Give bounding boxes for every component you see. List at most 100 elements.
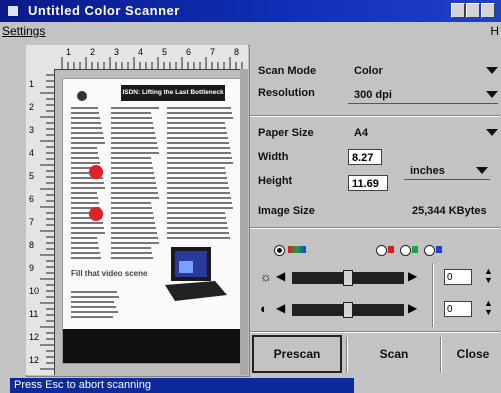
preview-text-line xyxy=(71,227,104,229)
red-dot-1 xyxy=(89,165,103,179)
brightness-slider[interactable] xyxy=(292,270,404,286)
image-size-label: Image Size xyxy=(258,205,315,217)
scanned-page-preview[interactable]: ISDN: Lifting the Last Bottleneck Fill t… xyxy=(62,78,242,364)
menu-settings[interactable]: Settings xyxy=(2,24,45,38)
preview-text-line xyxy=(111,172,154,174)
contrast-slider-thumb[interactable] xyxy=(343,302,353,318)
preview-text-line xyxy=(167,112,232,114)
brightness-left-arrow-icon[interactable]: ◀ xyxy=(276,269,285,283)
window-title: Untitled Color Scanner xyxy=(28,3,180,18)
preview-text-line xyxy=(71,107,98,109)
scanner-window: Untitled Color Scanner Settings H 123456… xyxy=(0,0,501,393)
top-ruler-number: 6 xyxy=(186,47,191,57)
paper-size-dropdown-icon[interactable] xyxy=(486,129,498,136)
preview-text-line xyxy=(71,296,119,298)
preview-caption: Fill that video scene xyxy=(71,269,148,278)
close-button[interactable]: Close xyxy=(446,335,500,373)
color-rgb-radio[interactable] xyxy=(274,245,285,256)
preview-text-line xyxy=(167,197,231,199)
preview-text-line xyxy=(71,232,105,234)
brightness-spin-arrows-icon[interactable]: ▲ ▼ xyxy=(484,267,493,285)
preview-scroll-divider[interactable] xyxy=(240,69,248,375)
height-field[interactable]: 11.69 xyxy=(348,175,388,191)
contrast-spin-arrows-icon[interactable]: ▲ ▼ xyxy=(484,299,493,317)
preview-text-line xyxy=(111,197,159,199)
preview-text-line xyxy=(111,112,151,114)
maximize-button[interactable] xyxy=(466,3,480,18)
resolution-dropdown-icon[interactable] xyxy=(486,91,498,98)
preview-text-line xyxy=(111,157,151,159)
preview-text-line xyxy=(111,162,152,164)
preview-text-line xyxy=(167,117,233,119)
preview-text-line xyxy=(71,182,104,184)
brightness-icon: ☼ xyxy=(260,269,272,284)
units-underline xyxy=(404,179,490,180)
preview-text-line xyxy=(167,127,226,129)
color-green-radio[interactable] xyxy=(400,245,411,256)
vertical-separator-2 xyxy=(432,295,434,327)
contrast-spin-field[interactable]: 0 xyxy=(444,301,472,317)
left-ruler-number: 6 xyxy=(29,194,34,204)
top-ruler-number: 1 xyxy=(66,47,71,57)
top-ruler-ticks: 1 2 3 4 5 6 7 8 xyxy=(61,47,243,69)
left-ruler-number: 9 xyxy=(29,263,34,273)
top-ruler-number: 4 xyxy=(138,47,143,57)
units-dropdown-icon[interactable] xyxy=(476,167,488,174)
scan-mode-value[interactable]: Color xyxy=(354,65,383,77)
title-bar[interactable]: Untitled Color Scanner xyxy=(0,0,501,22)
preview-text-line xyxy=(71,137,104,139)
preview-text-line xyxy=(71,197,98,199)
preview-text-line xyxy=(167,182,228,184)
width-field[interactable]: 8.27 xyxy=(348,149,382,165)
brightness-slider-thumb[interactable] xyxy=(343,270,353,286)
preview-text-line xyxy=(71,237,97,239)
contrast-icon: ◐ xyxy=(260,301,268,316)
top-ruler-number: 2 xyxy=(90,47,95,57)
units-value[interactable]: inches xyxy=(410,165,445,177)
brightness-right-arrow-icon[interactable]: ▶ xyxy=(408,269,417,283)
left-ruler-number: 8 xyxy=(29,240,34,250)
separator-2 xyxy=(250,227,500,229)
preview-text-line xyxy=(167,137,228,139)
settings-panel: Scan Mode Color Resolution 300 dpi Paper… xyxy=(248,45,501,375)
preview-text-line xyxy=(71,112,99,114)
left-ruler-number: 7 xyxy=(29,217,34,227)
left-ruler-number: 4 xyxy=(29,148,34,158)
blue-swatch-icon xyxy=(436,246,442,253)
resolution-value[interactable]: 300 dpi xyxy=(354,89,392,101)
contrast-slider[interactable] xyxy=(292,302,404,318)
prescan-button[interactable]: Prescan xyxy=(252,335,342,373)
green-swatch-icon xyxy=(412,246,418,253)
brightness-spin-field[interactable]: 0 xyxy=(444,269,472,285)
resolution-underline xyxy=(348,103,498,104)
menu-help[interactable]: H xyxy=(490,24,499,38)
minimize-button[interactable] xyxy=(451,3,465,18)
left-ruler-ticks: 12345678910111212 xyxy=(29,74,54,370)
preview-text-line xyxy=(111,227,156,229)
preview-text-line xyxy=(167,157,232,159)
preview-text-line xyxy=(111,182,156,184)
preview-text-line xyxy=(71,142,105,144)
scan-mode-dropdown-icon[interactable] xyxy=(486,67,498,74)
preview-text-line xyxy=(71,242,98,244)
contrast-right-arrow-icon[interactable]: ▶ xyxy=(408,301,417,315)
preview-text-line xyxy=(167,192,230,194)
color-blue-radio[interactable] xyxy=(424,245,435,256)
paper-size-label: Paper Size xyxy=(258,127,314,139)
close-window-button[interactable] xyxy=(481,3,495,18)
system-menu-icon[interactable] xyxy=(8,6,18,16)
contrast-left-arrow-icon[interactable]: ◀ xyxy=(276,301,285,315)
preview-text-line xyxy=(71,157,99,159)
preview-text-line xyxy=(167,227,228,229)
preview-text-line xyxy=(167,237,230,239)
preview-text-line xyxy=(71,117,100,119)
paper-size-value[interactable]: A4 xyxy=(354,127,368,139)
scan-button[interactable]: Scan xyxy=(352,335,436,373)
top-ruler-number: 7 xyxy=(210,47,215,57)
preview-text-line xyxy=(111,202,151,204)
window-controls xyxy=(451,3,495,18)
left-ruler-number: 10 xyxy=(29,286,39,296)
left-ruler-number: 2 xyxy=(29,102,34,112)
color-red-radio[interactable] xyxy=(376,245,387,256)
preview-text-line xyxy=(71,122,101,124)
